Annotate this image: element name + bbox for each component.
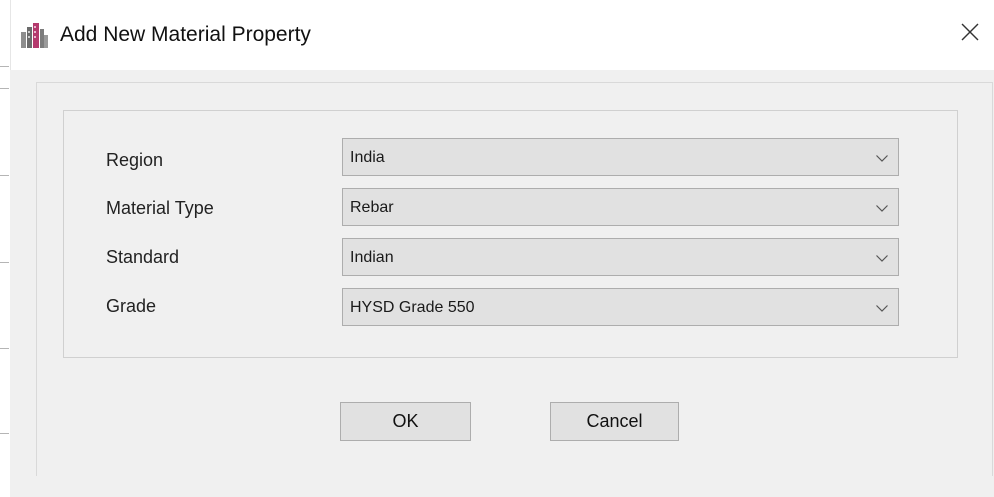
region-dropdown[interactable]: India [342,138,899,176]
standard-dropdown[interactable]: Indian [342,238,899,276]
app-logo-icon [21,23,48,48]
region-label: Region [106,150,164,170]
title-bar[interactable]: Add New Material Property [0,0,994,70]
edge-tick [0,88,9,89]
region-value: India [350,149,385,166]
edge-tick [0,348,9,349]
cancel-button[interactable]: Cancel [550,402,679,441]
grade-dropdown[interactable]: HYSD Grade 550 [342,288,899,326]
chevron-down-icon [875,251,889,265]
close-button[interactable] [952,18,988,50]
edge-tick [0,262,9,263]
dialog-client-area: Region India Material Type Rebar Standar… [10,70,994,497]
material-type-label: Material Type [106,198,214,218]
grade-label: Grade [106,296,157,316]
add-material-dialog: Add New Material Property Region India M… [0,0,994,497]
material-type-dropdown[interactable]: Rebar [342,188,899,226]
dialog-title: Add New Material Property [60,23,311,46]
standard-value: Indian [350,249,394,266]
chevron-down-icon [875,201,889,215]
grade-value: HYSD Grade 550 [350,299,475,316]
standard-label: Standard [106,247,180,267]
close-icon [960,22,980,47]
edge-tick [0,433,9,434]
edge-tick [0,175,9,176]
chevron-down-icon [875,301,889,315]
ok-button[interactable]: OK [340,402,471,441]
chevron-down-icon [875,151,889,165]
material-type-value: Rebar [350,199,394,216]
